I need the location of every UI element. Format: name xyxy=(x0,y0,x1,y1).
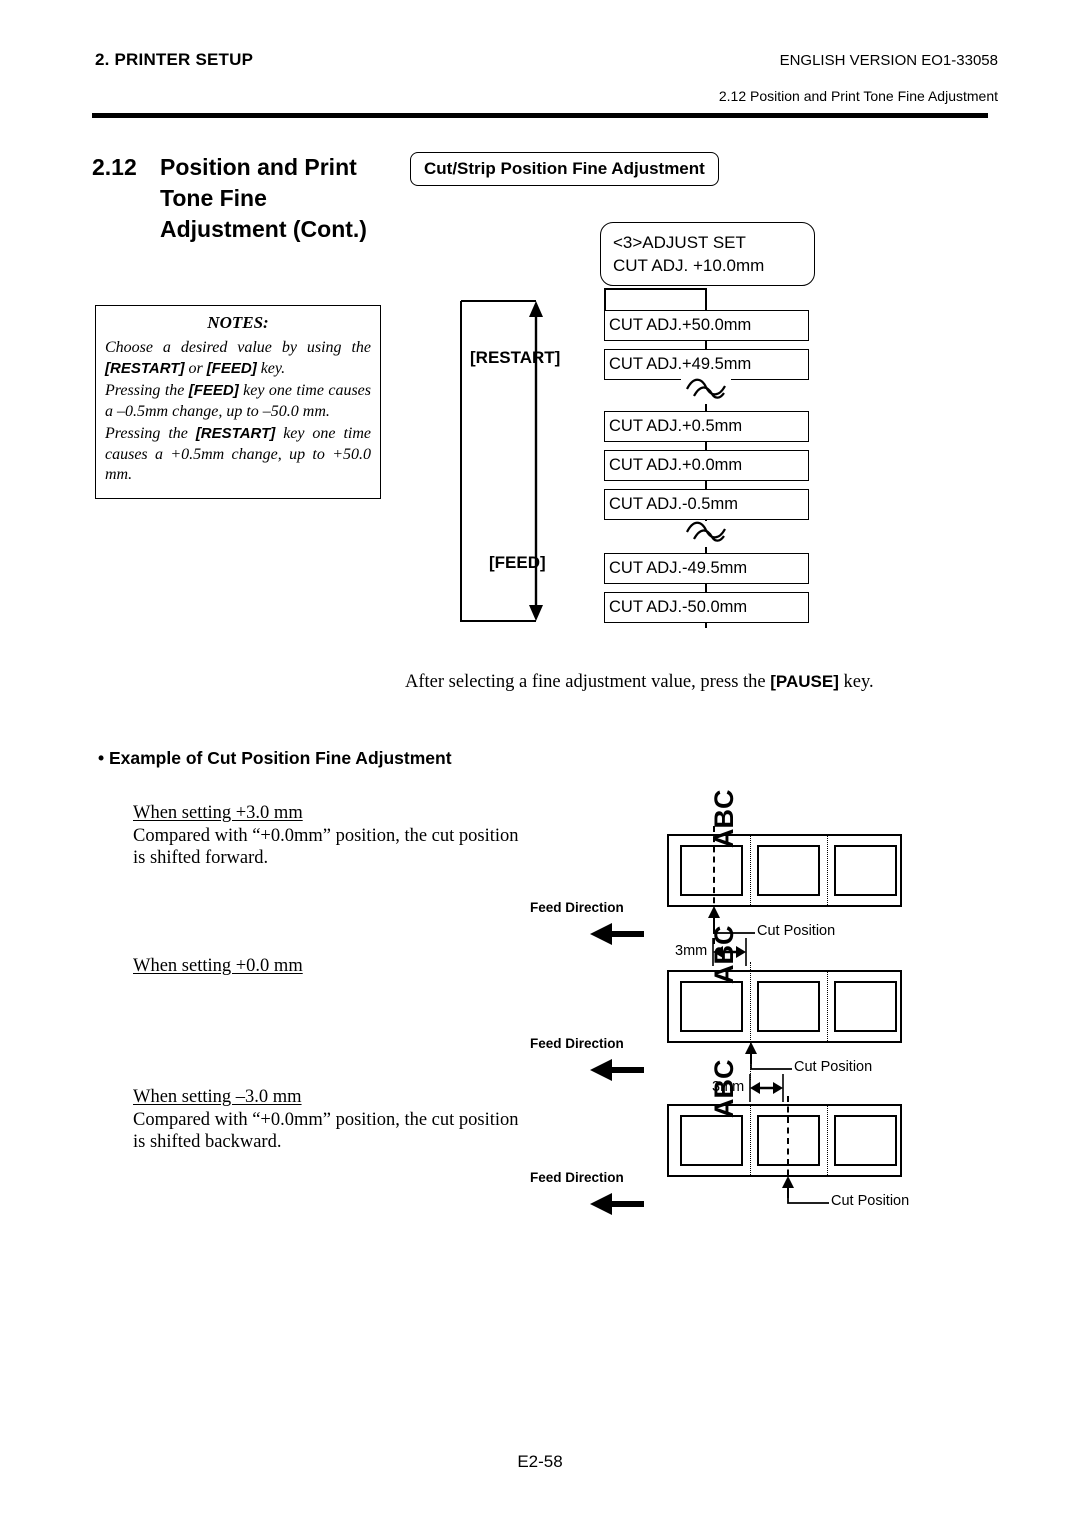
value-box-6: CUT ADJ.-50.0mm xyxy=(604,592,809,623)
flow-diagram-title: Cut/Strip Position Fine Adjustment xyxy=(410,152,719,186)
page-header-right: ENGLISH VERSION EO1-33058 xyxy=(779,52,998,69)
example-case-1: When setting +0.0 mm xyxy=(133,955,303,978)
label-box-1-2 xyxy=(757,845,820,896)
feed-direction-label-3: Feed Direction xyxy=(530,1170,624,1185)
section-title-line3: Adjustment (Cont.) xyxy=(160,216,367,242)
notes-title: NOTES: xyxy=(207,313,269,332)
value-box-2: CUT ADJ.+0.5mm xyxy=(604,411,809,442)
header-rule xyxy=(92,113,988,118)
example-case-0: When setting +3.0 mm Compared with “+0.0… xyxy=(133,802,519,870)
value-box-1: CUT ADJ.+49.5mm xyxy=(604,349,809,380)
value-box-0: CUT ADJ.+50.0mm xyxy=(604,310,809,341)
cut-position-label-1: Cut Position xyxy=(757,923,836,939)
example-case-0-body2: is shifted forward. xyxy=(133,848,269,868)
notes-box: NOTES: Choose a desired value by using t… xyxy=(95,305,381,499)
value-box-4: CUT ADJ.-0.5mm xyxy=(604,489,809,520)
label-box-3-3 xyxy=(834,1115,897,1166)
example-case-2-title: When setting –3.0 mm xyxy=(133,1087,302,1107)
label-box-2-3 xyxy=(834,981,897,1032)
value-box-3: CUT ADJ.+0.0mm xyxy=(604,450,809,481)
label-gap-dotted-1-2 xyxy=(827,834,828,907)
restart-feed-arrow xyxy=(460,300,543,622)
notes-paragraph-2: Pressing the [FEED] key one time causes … xyxy=(105,382,371,420)
feed-direction-label-1: Feed Direction xyxy=(530,900,624,915)
page-footer: E2-58 xyxy=(517,1452,563,1471)
feed-direction-arrow-1 xyxy=(590,923,644,945)
label-gap-dotted-3-1 xyxy=(750,1104,751,1177)
label-box-2-2 xyxy=(757,981,820,1032)
label-gap-dotted-3-2 xyxy=(827,1104,828,1177)
example-case-0-body1: Compared with “+0.0mm” position, the cut… xyxy=(133,825,519,846)
label-diagram-3: ABC Cut Position Feed Direction xyxy=(520,1060,940,1246)
example-case-2-body1: Compared with “+0.0mm” position, the cut… xyxy=(133,1109,519,1130)
lcd-line-2: CUT ADJ. +10.0mm xyxy=(613,256,765,275)
section-title-line1: Position and Print xyxy=(160,154,357,180)
flow-connector-horizontal xyxy=(604,288,706,290)
page-header-left: 2. PRINTER SETUP xyxy=(95,50,254,69)
example-case-0-title: When setting +3.0 mm xyxy=(133,803,303,823)
feed-direction-arrow-3 xyxy=(590,1193,644,1215)
label-box-2-1 xyxy=(680,981,743,1032)
break-symbol-upper xyxy=(681,378,731,404)
lcd-line-1: <3>ADJUST SET xyxy=(613,233,746,252)
notes-paragraph-1: Choose a desired value by using the [RES… xyxy=(105,339,371,377)
label-gap-dotted-2-2 xyxy=(827,970,828,1043)
feed-direction-label-2: Feed Direction xyxy=(530,1036,624,1051)
label-box-3-1 xyxy=(680,1115,743,1166)
label-box-1-1 xyxy=(680,845,743,896)
cut-position-label-2: Cut Position xyxy=(794,1059,873,1075)
abc-text-3: ABC xyxy=(709,1059,739,1119)
feed-direction-arrow-2 xyxy=(590,1059,644,1081)
value-box-5: CUT ADJ.-49.5mm xyxy=(604,553,809,584)
abc-text-1: ABC xyxy=(709,789,739,849)
label-gap-dotted-1-1 xyxy=(750,834,751,907)
lcd-display-box: <3>ADJUST SET CUT ADJ. +10.0mm xyxy=(600,222,815,286)
abc-text-2: ABC xyxy=(709,925,739,985)
notes-paragraph-3: Pressing the [RESTART] key one time caus… xyxy=(105,425,372,483)
section-title-line2: Tone Fine xyxy=(160,185,267,211)
pause-instruction: After selecting a fine adjustment value,… xyxy=(405,672,874,692)
example-case-2: When setting –3.0 mm Compared with “+0.0… xyxy=(133,1086,519,1154)
cut-line-3 xyxy=(787,1096,789,1186)
manual-page: 2. PRINTER SETUP ENGLISH VERSION EO1-330… xyxy=(0,0,1080,1528)
example-case-1-title: When setting +0.0 mm xyxy=(133,956,303,976)
section-number: 2.12 xyxy=(92,154,137,180)
page-header-subtitle: 2.12 Position and Print Tone Fine Adjust… xyxy=(718,88,998,104)
label-box-1-3 xyxy=(834,845,897,896)
break-symbol-lower xyxy=(681,521,731,547)
example-case-2-body2: is shifted backward. xyxy=(133,1132,282,1152)
example-heading: • Example of Cut Position Fine Adjustmen… xyxy=(98,748,452,768)
section-title: 2.12 Position and Print Tone Fine Adjust… xyxy=(92,152,422,245)
dim-label-1: 3mm xyxy=(675,943,708,959)
cut-position-label-3: Cut Position xyxy=(831,1193,910,1209)
